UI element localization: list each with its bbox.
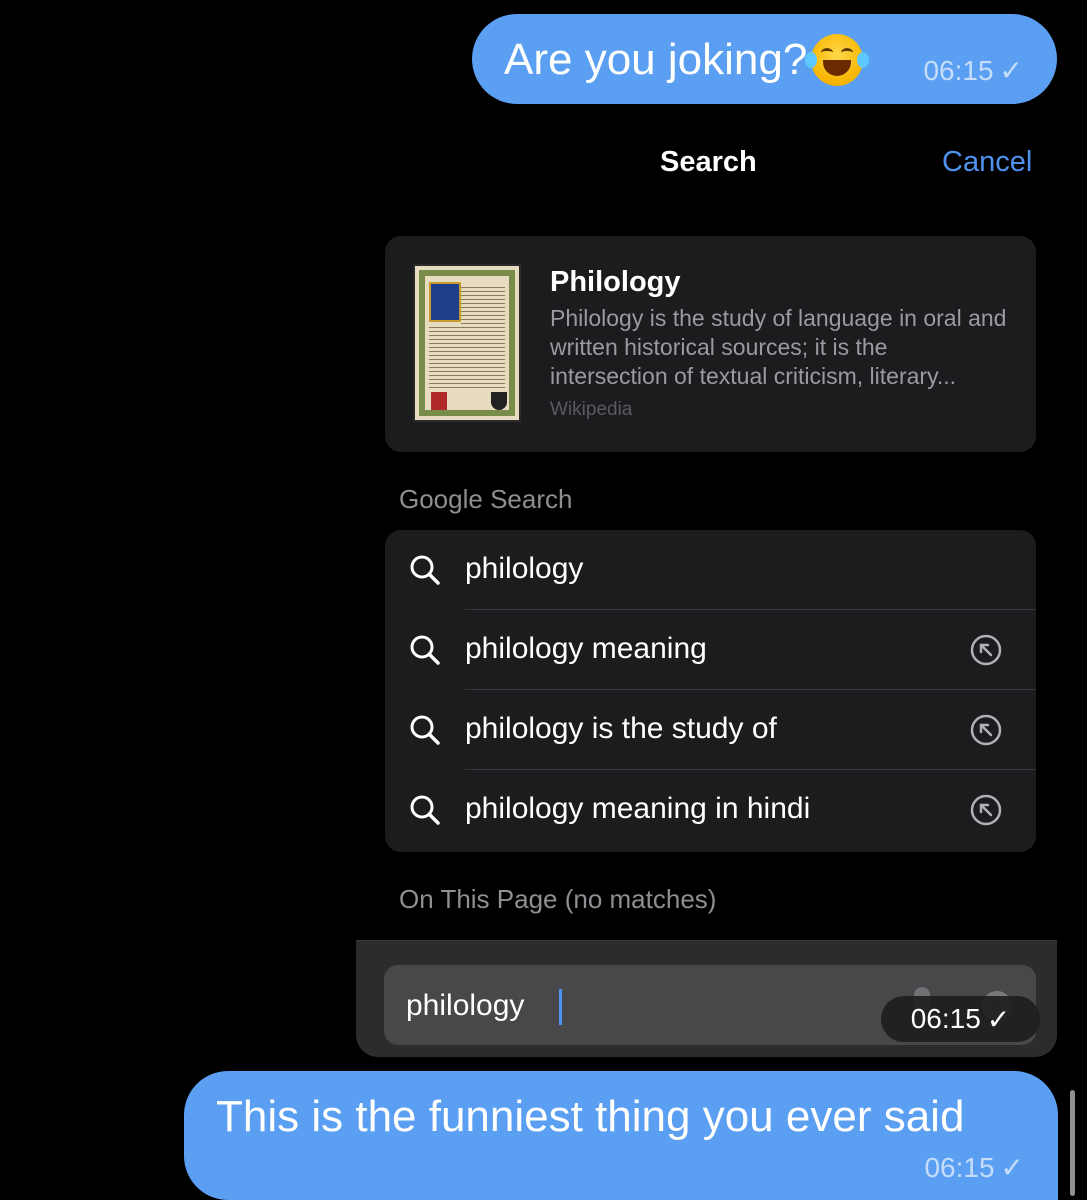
fill-query-arrow-icon[interactable] <box>970 794 1002 826</box>
find-input[interactable] <box>404 965 888 1047</box>
message-meta: 06:15 ✓ <box>924 1151 1024 1184</box>
text-caret <box>559 989 562 1025</box>
search-icon <box>410 795 440 825</box>
suggestion-row[interactable]: philology meaning in hindi <box>385 770 1036 850</box>
laughing-tears-emoji-icon <box>805 34 870 86</box>
suggestion-row[interactable]: philology meaning <box>385 610 1036 690</box>
suggestion-label: philology is the study of <box>465 712 777 745</box>
result-title: Philology <box>550 266 681 298</box>
message-meta: 06:15 ✓ <box>923 54 1023 87</box>
google-search-header: Google Search <box>399 484 573 514</box>
cancel-button[interactable]: Cancel <box>942 146 1032 179</box>
search-title: Search <box>660 146 757 178</box>
timestamp-overlay: 06:15 ✓ <box>881 996 1040 1042</box>
sent-check-icon: ✓ <box>999 55 1023 86</box>
outgoing-message-bubble[interactable]: Are you joking? 06:15 ✓ <box>472 14 1057 104</box>
suggestion-label: philology meaning <box>465 632 707 665</box>
message-text: Are you joking? <box>504 35 808 84</box>
suggestion-list: philology philology meaning philology is… <box>385 530 1036 852</box>
outgoing-message-bubble[interactable]: This is the funniest thing you ever said… <box>184 1071 1058 1200</box>
on-this-page-header: On This Page (no matches) <box>399 884 717 914</box>
message-text: This is the funniest thing you ever said <box>216 1092 965 1141</box>
result-source: Wikipedia <box>550 399 633 420</box>
suggestion-label: philology meaning in hindi <box>465 792 811 825</box>
message-time: 06:15 <box>923 54 994 86</box>
wikipedia-result-card[interactable]: Philology Philology is the study of lang… <box>385 236 1036 452</box>
suggestion-row[interactable]: philology is the study of <box>385 690 1036 770</box>
search-icon <box>410 635 440 665</box>
message-time: 06:15 <box>924 1151 995 1183</box>
manuscript-thumbnail-image <box>413 264 521 422</box>
scrollbar[interactable] <box>1070 1090 1075 1196</box>
message-content: Are you joking? <box>504 34 870 86</box>
chat-screen: Are you joking? 06:15 ✓ Search Cancel Ph… <box>0 0 1087 1200</box>
suggestion-label: philology <box>465 552 584 585</box>
sent-check-icon: ✓ <box>986 1003 1011 1035</box>
fill-query-arrow-icon[interactable] <box>970 634 1002 666</box>
result-description: Philology is the study of language in or… <box>550 305 1007 389</box>
suggestion-row[interactable]: philology <box>385 530 1036 610</box>
overlay-time: 06:15 <box>910 1003 981 1034</box>
fill-query-arrow-icon[interactable] <box>970 714 1002 746</box>
search-icon <box>410 715 440 745</box>
sent-check-icon: ✓ <box>1000 1152 1024 1183</box>
search-icon <box>410 555 440 585</box>
